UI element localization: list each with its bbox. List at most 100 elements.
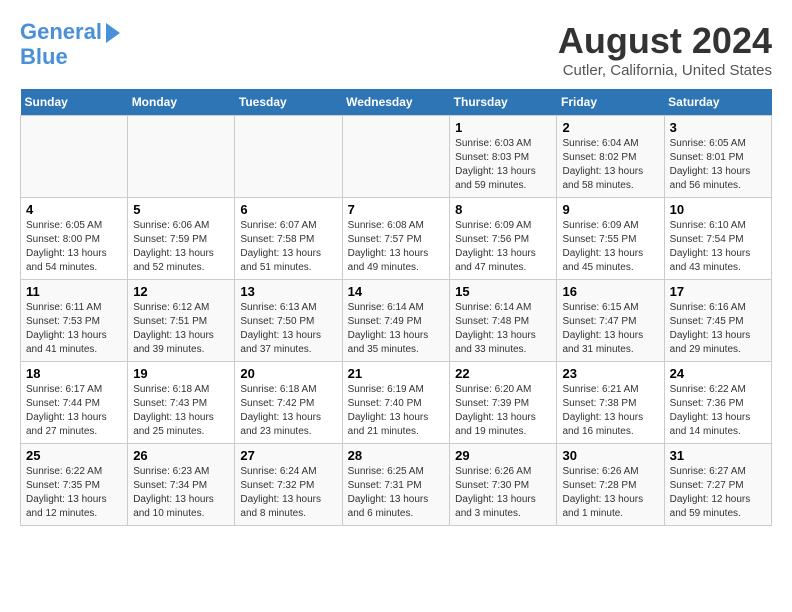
calendar-cell: 8 Sunrise: 6:09 AM Sunset: 7:56 PM Daylig… — [450, 198, 557, 280]
day-info: Sunrise: 6:26 AM Sunset: 7:30 PM Dayligh… — [455, 465, 551, 521]
day-number: 4 — [26, 202, 122, 217]
calendar-cell — [235, 116, 342, 198]
day-info: Sunrise: 6:07 AM Sunset: 7:58 PM Dayligh… — [240, 219, 336, 275]
location: Cutler, California, United States — [558, 62, 772, 79]
calendar-cell: 9 Sunrise: 6:09 AM Sunset: 7:55 PM Daylig… — [557, 198, 664, 280]
calendar-cell: 7 Sunrise: 6:08 AM Sunset: 7:57 PM Daylig… — [342, 198, 450, 280]
calendar-cell: 18 Sunrise: 6:17 AM Sunset: 7:44 PM Dayli… — [21, 362, 128, 444]
day-number: 18 — [26, 366, 122, 381]
calendar-cell — [128, 116, 235, 198]
day-number: 15 — [455, 284, 551, 299]
day-info: Sunrise: 6:27 AM Sunset: 7:27 PM Dayligh… — [670, 465, 766, 521]
day-info: Sunrise: 6:21 AM Sunset: 7:38 PM Dayligh… — [562, 383, 658, 439]
day-number: 17 — [670, 284, 766, 299]
calendar-cell: 28Sunrise: 6:25 AM Sunset: 7:31 PM Dayli… — [342, 444, 450, 526]
day-number: 31 — [670, 448, 766, 463]
day-info: Sunrise: 6:09 AM Sunset: 7:56 PM Dayligh… — [455, 219, 551, 275]
day-number: 7 — [348, 202, 445, 217]
calendar-cell: 24Sunrise: 6:22 AM Sunset: 7:36 PM Dayli… — [664, 362, 771, 444]
calendar-cell: 25Sunrise: 6:22 AM Sunset: 7:35 PM Dayli… — [21, 444, 128, 526]
calendar-week-row: 4 Sunrise: 6:05 AM Sunset: 8:00 PM Daylig… — [21, 198, 772, 280]
calendar-cell: 30Sunrise: 6:26 AM Sunset: 7:28 PM Dayli… — [557, 444, 664, 526]
day-info: Sunrise: 6:18 AM Sunset: 7:43 PM Dayligh… — [133, 383, 229, 439]
day-info: Sunrise: 6:16 AM Sunset: 7:45 PM Dayligh… — [670, 301, 766, 357]
day-number: 19 — [133, 366, 229, 381]
weekday-header: Friday — [557, 89, 664, 116]
day-info: Sunrise: 6:10 AM Sunset: 7:54 PM Dayligh… — [670, 219, 766, 275]
day-info: Sunrise: 6:09 AM Sunset: 7:55 PM Dayligh… — [562, 219, 658, 275]
day-number: 27 — [240, 448, 336, 463]
day-info: Sunrise: 6:22 AM Sunset: 7:35 PM Dayligh… — [26, 465, 122, 521]
page-header: General Blue August 2024 Cutler, Califor… — [20, 20, 772, 79]
day-info: Sunrise: 6:08 AM Sunset: 7:57 PM Dayligh… — [348, 219, 445, 275]
calendar-cell — [342, 116, 450, 198]
day-number: 9 — [562, 202, 658, 217]
day-info: Sunrise: 6:11 AM Sunset: 7:53 PM Dayligh… — [26, 301, 122, 357]
day-number: 26 — [133, 448, 229, 463]
title-block: August 2024 Cutler, California, United S… — [558, 20, 772, 79]
day-info: Sunrise: 6:03 AM Sunset: 8:03 PM Dayligh… — [455, 137, 551, 193]
day-number: 8 — [455, 202, 551, 217]
calendar-cell: 10 Sunrise: 6:10 AM Sunset: 7:54 PM Dayli… — [664, 198, 771, 280]
calendar-cell: 21 Sunrise: 6:19 AM Sunset: 7:40 PM Dayli… — [342, 362, 450, 444]
calendar-cell: 26 Sunrise: 6:23 AM Sunset: 7:34 PM Dayli… — [128, 444, 235, 526]
logo-general: General — [20, 19, 102, 44]
calendar-cell: 17 Sunrise: 6:16 AM Sunset: 7:45 PM Dayli… — [664, 280, 771, 362]
calendar-cell: 31 Sunrise: 6:27 AM Sunset: 7:27 PM Dayli… — [664, 444, 771, 526]
weekday-header: Monday — [128, 89, 235, 116]
day-number: 24 — [670, 366, 766, 381]
logo-text: General — [20, 20, 102, 44]
day-number: 1 — [455, 120, 551, 135]
day-number: 22 — [455, 366, 551, 381]
day-info: Sunrise: 6:23 AM Sunset: 7:34 PM Dayligh… — [133, 465, 229, 521]
day-number: 30 — [562, 448, 658, 463]
calendar-header: SundayMondayTuesdayWednesdayThursdayFrid… — [21, 89, 772, 116]
calendar-cell: 22Sunrise: 6:20 AM Sunset: 7:39 PM Dayli… — [450, 362, 557, 444]
day-info: Sunrise: 6:05 AM Sunset: 8:00 PM Dayligh… — [26, 219, 122, 275]
day-info: Sunrise: 6:25 AM Sunset: 7:31 PM Dayligh… — [348, 465, 445, 521]
day-info: Sunrise: 6:19 AM Sunset: 7:40 PM Dayligh… — [348, 383, 445, 439]
weekday-header: Saturday — [664, 89, 771, 116]
day-number: 11 — [26, 284, 122, 299]
day-info: Sunrise: 6:14 AM Sunset: 7:48 PM Dayligh… — [455, 301, 551, 357]
day-info: Sunrise: 6:24 AM Sunset: 7:32 PM Dayligh… — [240, 465, 336, 521]
calendar-cell: 29Sunrise: 6:26 AM Sunset: 7:30 PM Dayli… — [450, 444, 557, 526]
calendar-cell: 5 Sunrise: 6:06 AM Sunset: 7:59 PM Daylig… — [128, 198, 235, 280]
day-number: 2 — [562, 120, 658, 135]
day-number: 16 — [562, 284, 658, 299]
day-number: 10 — [670, 202, 766, 217]
day-number: 5 — [133, 202, 229, 217]
calendar-cell: 19 Sunrise: 6:18 AM Sunset: 7:43 PM Dayli… — [128, 362, 235, 444]
calendar-cell: 1 Sunrise: 6:03 AM Sunset: 8:03 PM Daylig… — [450, 116, 557, 198]
day-info: Sunrise: 6:05 AM Sunset: 8:01 PM Dayligh… — [670, 137, 766, 193]
day-info: Sunrise: 6:15 AM Sunset: 7:47 PM Dayligh… — [562, 301, 658, 357]
calendar-cell: 3 Sunrise: 6:05 AM Sunset: 8:01 PM Daylig… — [664, 116, 771, 198]
calendar-cell: 2 Sunrise: 6:04 AM Sunset: 8:02 PM Daylig… — [557, 116, 664, 198]
logo-blue: Blue — [20, 44, 120, 70]
day-number: 12 — [133, 284, 229, 299]
day-number: 3 — [670, 120, 766, 135]
calendar-week-row: 1 Sunrise: 6:03 AM Sunset: 8:03 PM Daylig… — [21, 116, 772, 198]
calendar-week-row: 25Sunrise: 6:22 AM Sunset: 7:35 PM Dayli… — [21, 444, 772, 526]
calendar-cell: 14Sunrise: 6:14 AM Sunset: 7:49 PM Dayli… — [342, 280, 450, 362]
day-info: Sunrise: 6:04 AM Sunset: 8:02 PM Dayligh… — [562, 137, 658, 193]
day-info: Sunrise: 6:13 AM Sunset: 7:50 PM Dayligh… — [240, 301, 336, 357]
calendar-cell: 11 Sunrise: 6:11 AM Sunset: 7:53 PM Dayli… — [21, 280, 128, 362]
logo-arrow-icon — [106, 23, 120, 43]
calendar-cell: 12 Sunrise: 6:12 AM Sunset: 7:51 PM Dayli… — [128, 280, 235, 362]
day-info: Sunrise: 6:12 AM Sunset: 7:51 PM Dayligh… — [133, 301, 229, 357]
calendar-cell: 20Sunrise: 6:18 AM Sunset: 7:42 PM Dayli… — [235, 362, 342, 444]
day-info: Sunrise: 6:06 AM Sunset: 7:59 PM Dayligh… — [133, 219, 229, 275]
weekday-header: Tuesday — [235, 89, 342, 116]
day-info: Sunrise: 6:14 AM Sunset: 7:49 PM Dayligh… — [348, 301, 445, 357]
day-info: Sunrise: 6:17 AM Sunset: 7:44 PM Dayligh… — [26, 383, 122, 439]
day-number: 21 — [348, 366, 445, 381]
weekday-header: Wednesday — [342, 89, 450, 116]
calendar-cell: 6 Sunrise: 6:07 AM Sunset: 7:58 PM Daylig… — [235, 198, 342, 280]
calendar-week-row: 11 Sunrise: 6:11 AM Sunset: 7:53 PM Dayli… — [21, 280, 772, 362]
weekday-header: Sunday — [21, 89, 128, 116]
day-number: 6 — [240, 202, 336, 217]
calendar-cell: 23Sunrise: 6:21 AM Sunset: 7:38 PM Dayli… — [557, 362, 664, 444]
calendar-table: SundayMondayTuesdayWednesdayThursdayFrid… — [20, 89, 772, 526]
day-info: Sunrise: 6:18 AM Sunset: 7:42 PM Dayligh… — [240, 383, 336, 439]
